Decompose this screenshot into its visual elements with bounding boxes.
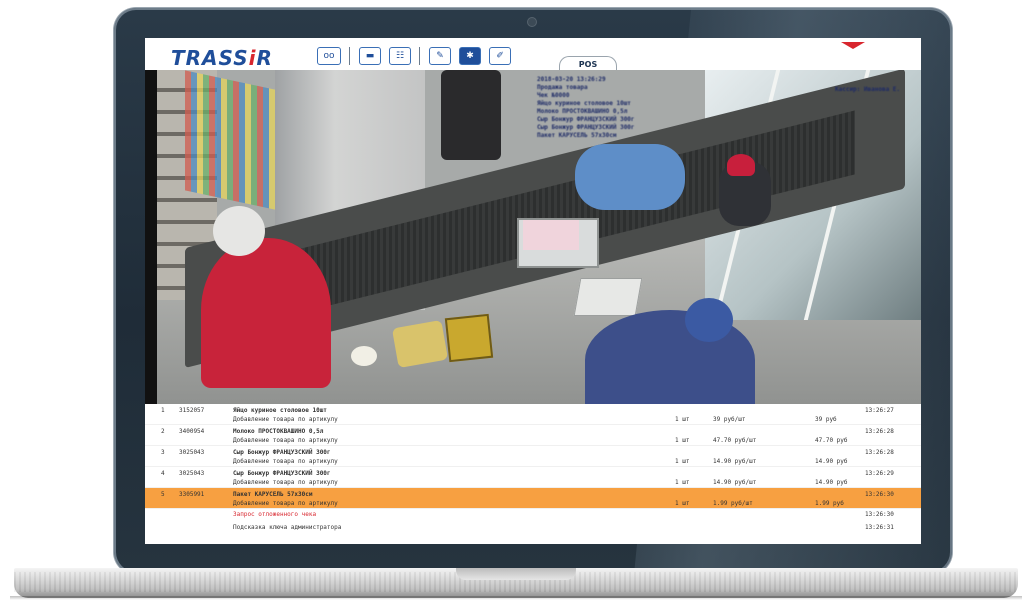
row-time: 13:26:28 <box>865 449 894 456</box>
row-action: Добавление товара по артикулу <box>233 458 338 465</box>
row-sum: 39 руб <box>815 416 837 423</box>
feed-person <box>441 70 501 160</box>
row-qty: 1 шт <box>675 479 690 486</box>
pos-event-row[interactable]: Запрос отложенного чека 13:26:30 <box>145 509 921 522</box>
app-screen: TRASSiR oo ▬ ☷ ✎ ✱ ✐ POS 2018-03-20 13:2… <box>145 38 921 544</box>
toolbar-divider <box>349 47 350 65</box>
layout-icon[interactable]: ☷ <box>389 47 411 65</box>
feed-red-hat <box>727 154 755 176</box>
overlay-line: 2018-03-20 13:26:29 <box>537 76 606 83</box>
row-price: 1.99 руб/шт <box>713 500 753 507</box>
row-qty: 1 шт <box>675 458 690 465</box>
row-action: Добавление товара по артикулу <box>233 479 338 486</box>
pos-overlay-text: 2018-03-20 13:26:29 Продажа товара Чек №… <box>537 76 737 140</box>
overlay-line: Молоко ПРОСТОКВАШИНО 0,5л <box>537 108 628 115</box>
pos-row[interactable]: 4 3025043 Сыр Бонжур ФРАНЦУЗСКИЙ 300г До… <box>145 467 921 488</box>
row-item-name: Молоко ПРОСТОКВАШИНО 0,5л <box>233 428 324 435</box>
row-index: 2 <box>161 428 165 435</box>
row-code: 3305991 <box>179 491 205 498</box>
webcam-icon <box>527 17 537 27</box>
feed-keypad <box>573 278 643 316</box>
row-item-name: Яйцо куриное столовое 10шт <box>233 407 327 414</box>
row-price: 39 руб/шт <box>713 416 746 423</box>
row-sum: 14.90 руб <box>815 458 848 465</box>
toolbar-divider <box>419 47 420 65</box>
row-action: Добавление товара по артикулу <box>233 416 338 423</box>
laptop-notch <box>456 568 576 580</box>
row-action: Добавление товара по артикулу <box>233 437 338 444</box>
row-price: 47.70 руб/шт <box>713 437 757 444</box>
feed-shelf-goods <box>185 70 275 210</box>
feed-customer-head <box>213 206 265 256</box>
alert-marker-icon[interactable] <box>841 42 865 49</box>
row-code: 3025043 <box>179 470 205 477</box>
overlay-line: Сыр Бонжур ФРАНЦУЗСКИЙ 300г <box>537 124 635 131</box>
row-qty: 1 шт <box>675 500 690 507</box>
row-index: 5 <box>161 491 165 498</box>
row-item-name: Сыр Бонжур ФРАНЦУЗСКИЙ 300г <box>233 449 331 456</box>
feed-goods <box>444 313 494 363</box>
row-code: 3025043 <box>179 449 205 456</box>
feed-goods <box>351 346 377 366</box>
puzzle-icon[interactable]: ✱ <box>459 47 481 65</box>
feed-customer <box>201 238 331 388</box>
pos-event-row[interactable]: Подсказка ключа администратора 13:26:31 <box>145 522 921 535</box>
toolbar: TRASSiR oo ▬ ☷ ✎ ✱ ✐ POS <box>145 38 921 73</box>
pos-row[interactable]: 3 3025043 Сыр Бонжур ФРАНЦУЗСКИЙ 300г До… <box>145 446 921 467</box>
pos-row[interactable]: 2 3400954 Молоко ПРОСТОКВАШИНО 0,5л Доба… <box>145 425 921 446</box>
feed-person <box>575 144 685 210</box>
row-code: 3152057 <box>179 407 205 414</box>
feed-goods <box>391 319 449 369</box>
row-code: 3400954 <box>179 428 205 435</box>
row-time: 13:26:30 <box>865 491 894 498</box>
event-message: Подсказка ключа администратора <box>233 524 342 531</box>
row-item-name: Сыр Бонжур ФРАНЦУЗСКИЙ 300г <box>233 470 331 477</box>
feed-left-border <box>145 70 157 404</box>
row-qty: 1 шт <box>675 416 690 423</box>
record-icon[interactable]: oo <box>317 47 341 65</box>
pos-log: 1 3152057 Яйцо куриное столовое 10шт Доб… <box>145 404 921 544</box>
event-message: Запрос отложенного чека <box>233 511 317 518</box>
row-price: 14.90 руб/шт <box>713 458 757 465</box>
row-index: 4 <box>161 470 165 477</box>
event-time: 13:26:30 <box>865 511 894 518</box>
event-time: 13:26:31 <box>865 524 894 531</box>
edit-layout-icon[interactable]: ✐ <box>489 47 511 65</box>
pos-row-selected[interactable]: 5 3305991 Пакет КАРУСЕЛЬ 57x30см Добавле… <box>145 488 921 509</box>
feed-register-screen <box>523 220 579 250</box>
row-item-name: Пакет КАРУСЕЛЬ 57x30см <box>233 491 313 498</box>
overlay-line: Чек №0000 <box>537 92 570 99</box>
row-qty: 1 шт <box>675 437 690 444</box>
overlay-cashier: Кассир: Иванова Е. <box>835 86 901 93</box>
trassir-logo: TRASSiR <box>171 46 273 70</box>
row-action: Добавление товара по артикулу <box>233 500 338 507</box>
row-time: 13:26:29 <box>865 470 894 477</box>
magic-wand-icon[interactable]: ✎ <box>429 47 451 65</box>
feed-cashier-head <box>685 298 733 342</box>
single-view-icon[interactable]: ▬ <box>359 47 381 65</box>
pos-row[interactable]: 1 3152057 Яйцо куриное столовое 10шт Доб… <box>145 404 921 425</box>
overlay-line: Сыр Бонжур ФРАНЦУЗСКИЙ 300г <box>537 116 635 123</box>
row-sum: 14.90 руб <box>815 479 848 486</box>
row-index: 1 <box>161 407 165 414</box>
overlay-line: Пакет КАРУСЕЛЬ 57x30см <box>537 132 617 139</box>
overlay-line: Продажа товара <box>537 84 588 91</box>
camera-feed[interactable]: 2018-03-20 13:26:29 Продажа товара Чек №… <box>145 70 921 404</box>
laptop-shadow <box>10 596 1022 600</box>
row-sum: 1.99 руб <box>815 500 844 507</box>
row-time: 13:26:28 <box>865 428 894 435</box>
overlay-line: Яйцо куриное столовое 10шт <box>537 100 631 107</box>
row-price: 14.90 руб/шт <box>713 479 757 486</box>
row-sum: 47.70 руб <box>815 437 848 444</box>
row-index: 3 <box>161 449 165 456</box>
row-time: 13:26:27 <box>865 407 894 414</box>
